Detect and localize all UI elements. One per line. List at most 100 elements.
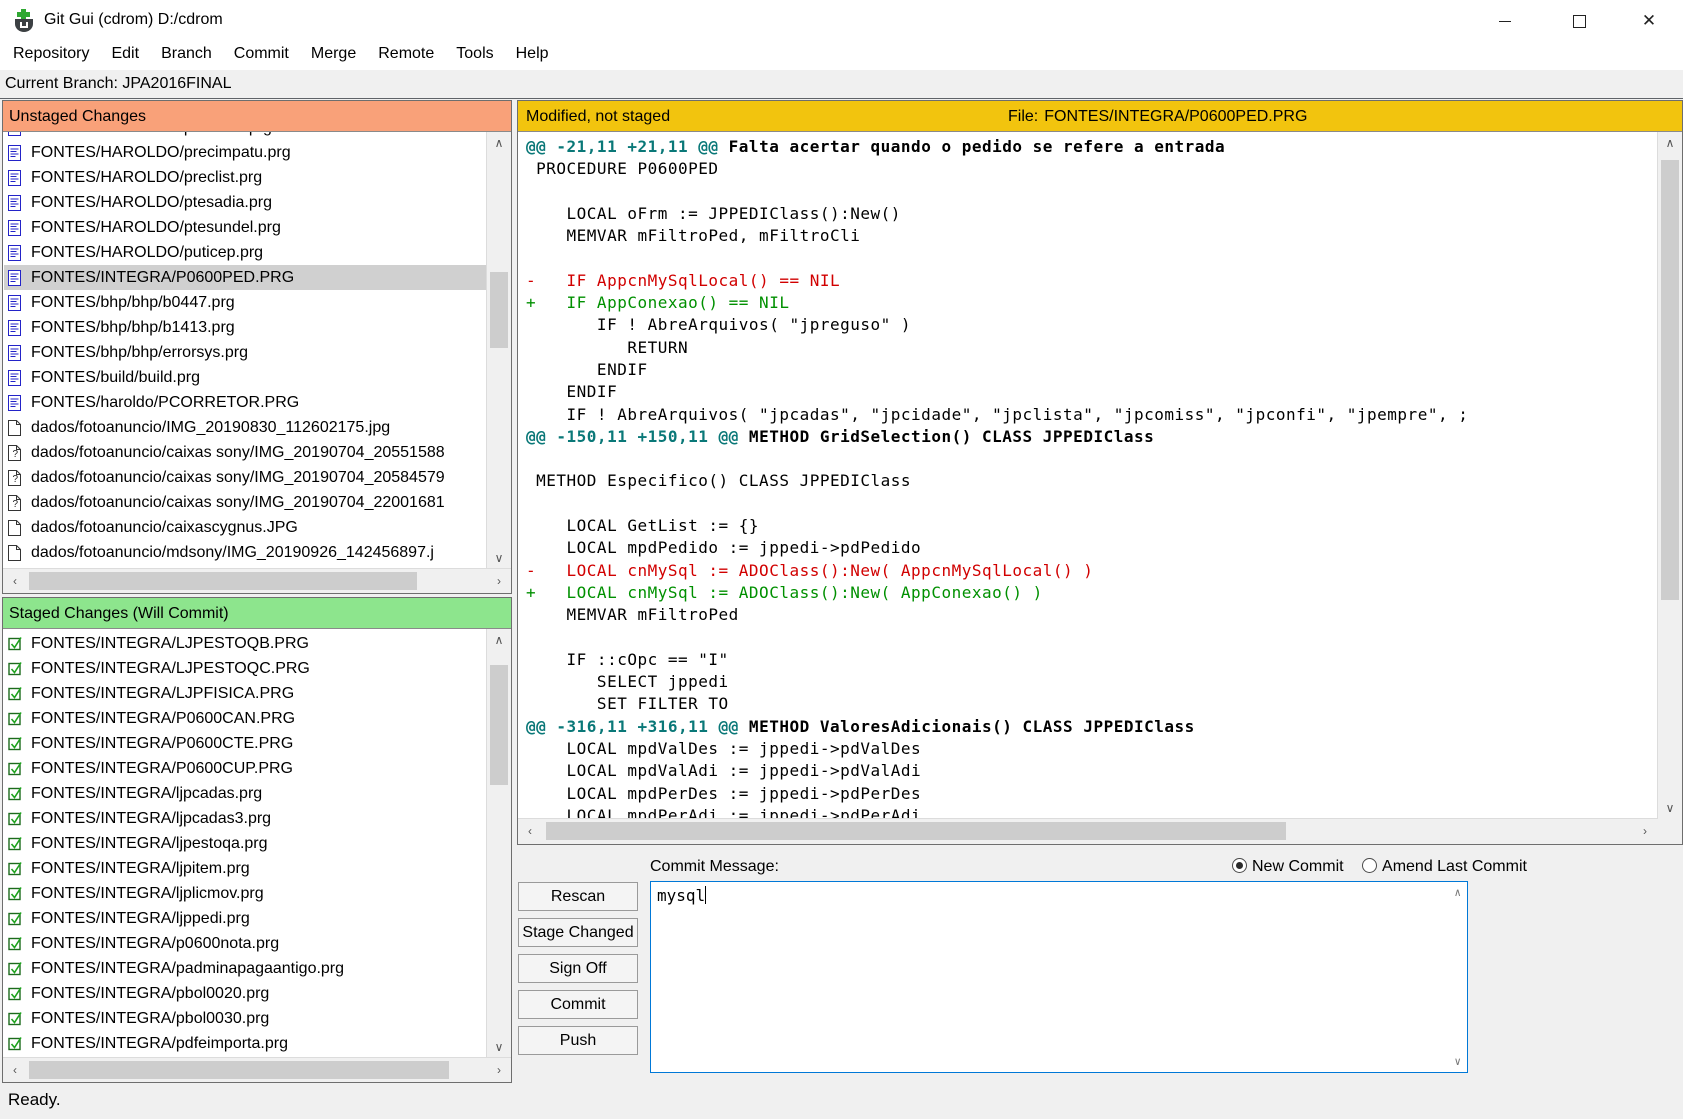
scroll-right-icon[interactable]: › — [487, 1058, 511, 1082]
file-row[interactable]: ?dados/fotoanuncio/caixas sony/IMG_20190… — [4, 465, 486, 490]
staged-check-icon[interactable] — [8, 836, 26, 851]
file-row[interactable]: FONTES/build/build.prg — [4, 365, 486, 390]
file-row[interactable]: FONTES/INTEGRA/LJPESTOQB.PRG — [4, 631, 486, 656]
file-row[interactable]: ?dados/fotoanuncio/caixas sony/IMG_20190… — [4, 440, 486, 465]
scroll-down-icon[interactable]: ∨ — [487, 1036, 511, 1058]
staged-check-icon[interactable] — [8, 661, 26, 676]
staged-check-icon[interactable] — [8, 961, 26, 976]
menu-item-commit[interactable]: Commit — [223, 42, 300, 70]
modified-file-icon[interactable] — [8, 220, 26, 236]
diff-hscroll-thumb[interactable] — [546, 822, 1286, 840]
file-row[interactable]: dados/fotoanuncio/IMG_20190830_112602175… — [4, 415, 486, 440]
stage-changed-button[interactable]: Stage Changed — [518, 918, 638, 947]
new-commit-radio[interactable]: New Commit — [1232, 858, 1348, 875]
file-row[interactable]: FONTES/INTEGRA/pbol0030.prg — [4, 1006, 486, 1031]
modified-file-icon[interactable] — [8, 370, 26, 386]
commit-button[interactable]: Commit — [518, 990, 638, 1019]
file-row[interactable]: FONTES/HAROLDO/preaviso.prg — [4, 132, 486, 140]
untracked-file-icon[interactable]: ? — [8, 445, 26, 461]
modified-file-icon[interactable] — [8, 195, 26, 211]
staged-check-icon[interactable] — [8, 986, 26, 1001]
menu-item-tools[interactable]: Tools — [445, 42, 504, 70]
file-row[interactable]: FONTES/bhp/bhp/errorsys.prg — [4, 340, 486, 365]
modified-file-icon[interactable] — [8, 145, 26, 161]
file-row[interactable]: FONTES/bhp/bhp/b1413.prg — [4, 315, 486, 340]
file-row[interactable]: dados/fotoanuncio/caixascygnus.JPG — [4, 515, 486, 540]
minimize-button[interactable] — [1474, 0, 1536, 42]
file-row[interactable]: FONTES/INTEGRA/pdfeimporta.prg — [4, 1031, 486, 1056]
staged-hscroll-thumb[interactable] — [29, 1061, 449, 1079]
file-row[interactable]: FONTES/INTEGRA/P0600CUP.PRG — [4, 756, 486, 781]
unstaged-horizontal-scrollbar[interactable]: ‹ › — [3, 568, 511, 593]
modified-file-icon[interactable] — [8, 170, 26, 186]
staged-check-icon[interactable] — [8, 911, 26, 926]
staged-vertical-scrollbar[interactable]: ∧ ∨ — [486, 629, 511, 1058]
file-icon[interactable] — [8, 520, 26, 536]
modified-file-icon[interactable] — [8, 270, 26, 286]
maximize-button[interactable] — [1548, 0, 1610, 42]
modified-file-icon[interactable] — [8, 132, 26, 136]
scroll-up-icon[interactable]: ∧ — [1454, 887, 1461, 898]
file-icon[interactable] — [8, 420, 26, 436]
file-row[interactable]: FONTES/INTEGRA/P0600CAN.PRG — [4, 706, 486, 731]
file-row[interactable]: FONTES/HAROLDO/preclist.prg — [4, 165, 486, 190]
file-row[interactable]: FONTES/INTEGRA/padminapagaantigo.prg — [4, 956, 486, 981]
file-icon[interactable] — [8, 545, 26, 561]
menu-item-edit[interactable]: Edit — [100, 42, 150, 70]
file-row[interactable]: FONTES/bhp/bhp/b0447.prg — [4, 290, 486, 315]
modified-file-icon[interactable] — [8, 395, 26, 411]
scroll-down-icon[interactable]: ∨ — [487, 547, 511, 569]
staged-check-icon[interactable] — [8, 761, 26, 776]
diff-horizontal-scrollbar[interactable]: ‹ › — [518, 818, 1657, 844]
scroll-up-icon[interactable]: ∧ — [487, 132, 511, 154]
diff-content[interactable]: @@ -21,11 +21,11 @@ Falta acertar quando… — [518, 132, 1657, 819]
file-row[interactable]: FONTES/INTEGRA/P0600PED.PRG — [4, 265, 486, 290]
staged-check-icon[interactable] — [8, 636, 26, 651]
menu-item-help[interactable]: Help — [505, 42, 560, 70]
untracked-file-icon[interactable]: ? — [8, 470, 26, 486]
staged-check-icon[interactable] — [8, 886, 26, 901]
modified-file-icon[interactable] — [8, 320, 26, 336]
scroll-down-icon[interactable]: ∨ — [1454, 1056, 1461, 1067]
file-row[interactable]: FONTES/INTEGRA/ljpcadas3.prg — [4, 806, 486, 831]
unstaged-vertical-scrollbar[interactable]: ∧ ∨ — [486, 132, 511, 569]
unstaged-vscroll-thumb[interactable] — [490, 272, 508, 348]
file-row[interactable]: FONTES/HAROLDO/ptesundel.prg — [4, 215, 486, 240]
staged-check-icon[interactable] — [8, 936, 26, 951]
file-row[interactable]: FONTES/INTEGRA/LJPESTOQC.PRG — [4, 656, 486, 681]
file-row[interactable]: dados/fotoanuncio/mdsony/IMG_20190926_14… — [4, 540, 486, 565]
menu-item-remote[interactable]: Remote — [367, 42, 445, 70]
file-row[interactable]: FONTES/INTEGRA/ljpestoqa.prg — [4, 831, 486, 856]
amend-last-commit-radio[interactable]: Amend Last Commit — [1362, 858, 1527, 875]
scroll-right-icon[interactable]: › — [487, 569, 511, 593]
scroll-left-icon[interactable]: ‹ — [518, 819, 542, 844]
file-row[interactable]: FONTES/INTEGRA/LJPFISICA.PRG — [4, 681, 486, 706]
file-row[interactable]: FONTES/HAROLDO/puticep.prg — [4, 240, 486, 265]
modified-file-icon[interactable] — [8, 245, 26, 261]
scroll-down-icon[interactable]: ∨ — [1658, 797, 1682, 819]
close-button[interactable]: ✕ — [1618, 0, 1680, 42]
file-row[interactable]: FONTES/INTEGRA/P0600CTE.PRG — [4, 731, 486, 756]
push-button[interactable]: Push — [518, 1026, 638, 1055]
menu-item-branch[interactable]: Branch — [150, 42, 223, 70]
modified-file-icon[interactable] — [8, 295, 26, 311]
diff-vscroll-thumb[interactable] — [1661, 160, 1679, 600]
scroll-left-icon[interactable]: ‹ — [3, 1058, 27, 1082]
menu-item-merge[interactable]: Merge — [300, 42, 367, 70]
staged-check-icon[interactable] — [8, 686, 26, 701]
staged-check-icon[interactable] — [8, 736, 26, 751]
file-row[interactable]: FONTES/INTEGRA/ljpitem.prg — [4, 856, 486, 881]
file-row[interactable]: FONTES/INTEGRA/p0600nota.prg — [4, 931, 486, 956]
scroll-right-icon[interactable]: › — [1633, 819, 1657, 844]
unstaged-hscroll-thumb[interactable] — [29, 572, 417, 590]
file-row[interactable]: FONTES/HAROLDO/precimpatu.prg — [4, 140, 486, 165]
file-row[interactable]: FONTES/HAROLDO/ptesadia.prg — [4, 190, 486, 215]
scroll-left-icon[interactable]: ‹ — [3, 569, 27, 593]
staged-check-icon[interactable] — [8, 1036, 26, 1051]
file-row[interactable]: FONTES/INTEGRA/ljplicmov.prg — [4, 881, 486, 906]
modified-file-icon[interactable] — [8, 345, 26, 361]
menu-item-repository[interactable]: Repository — [2, 42, 100, 70]
staged-check-icon[interactable] — [8, 861, 26, 876]
untracked-file-icon[interactable]: ? — [8, 495, 26, 511]
staged-check-icon[interactable] — [8, 711, 26, 726]
